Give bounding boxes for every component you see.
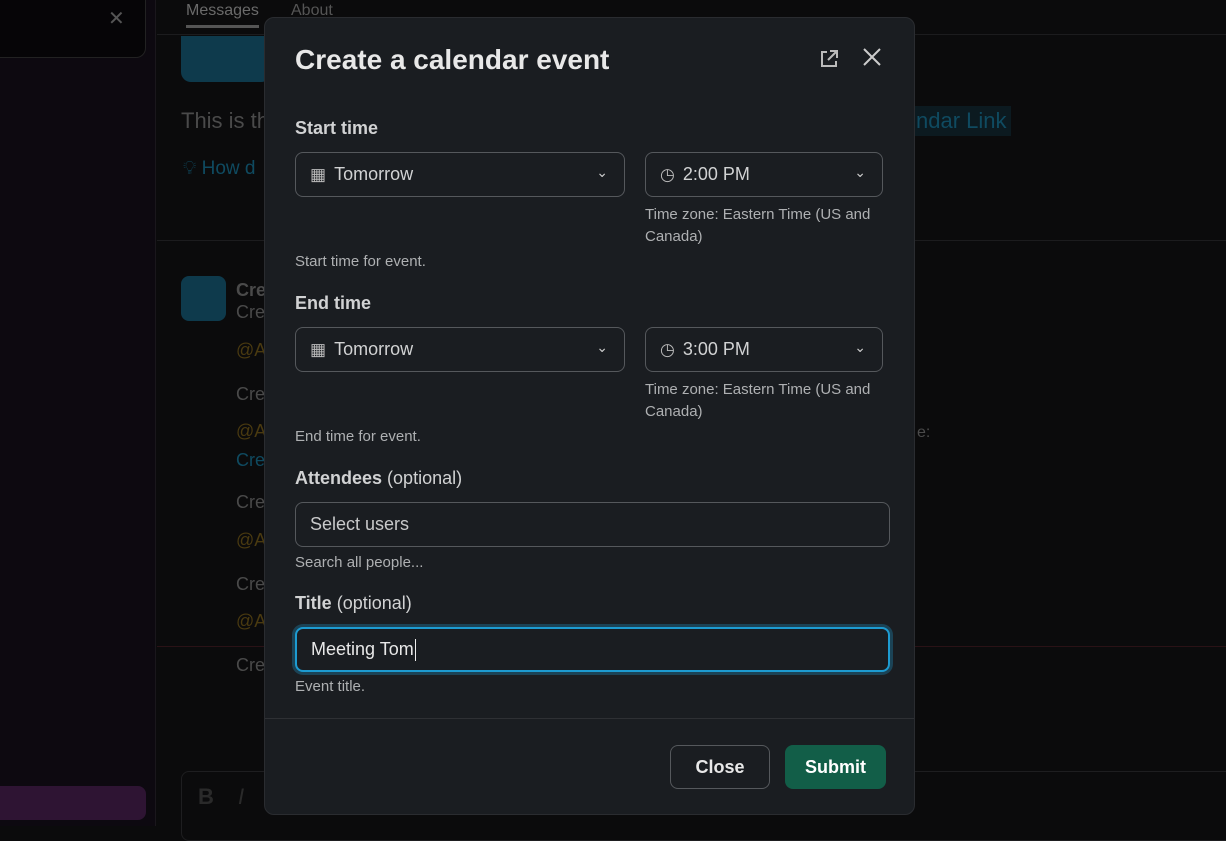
intro-text: This is th (181, 108, 270, 133)
optional-tag: (optional) (336, 593, 412, 613)
start-time-select[interactable]: ◷ 2:00 PM ⌄ (645, 152, 883, 197)
title-input[interactable]: Meeting Tom (295, 627, 890, 672)
bold-icon[interactable]: B (198, 784, 214, 810)
mention: @A (236, 340, 267, 360)
clock-icon: ◷ (660, 339, 675, 359)
bot-avatar (181, 276, 226, 321)
optional-tag: (optional) (387, 468, 463, 488)
end-time-label: End time (295, 293, 372, 313)
title-hint: Event title. (295, 678, 366, 695)
divider (265, 718, 914, 719)
sidebar-active-item[interactable] (0, 786, 146, 820)
create-event-dialog: Create a calendar event Start time ▦ Tom… (264, 17, 915, 815)
open-in-new-window-icon[interactable] (818, 48, 840, 77)
message-text: Cre (236, 655, 266, 675)
calendar-icon: ▦ (310, 164, 327, 184)
title-label-text: Title (295, 593, 332, 613)
start-timezone: Time zone: Eastern Time (US and Canada) (645, 206, 871, 245)
start-date-select[interactable]: ▦ Tomorrow ⌄ (295, 152, 625, 197)
message-text: Cre (236, 492, 266, 512)
close-icon[interactable]: ✕ (108, 6, 125, 31)
chevron-down-icon: ⌄ (854, 339, 866, 355)
app-icon (181, 36, 271, 82)
end-time-value: 3:00 PM (682, 339, 750, 359)
message-link[interactable]: Cre (236, 450, 265, 471)
clock-icon: ◷ (660, 164, 675, 184)
dialog-title: Create a calendar event (295, 44, 610, 75)
close-button[interactable]: Close (670, 745, 770, 789)
start-date-value: Tomorrow (334, 164, 414, 184)
title-input-value: Meeting Tom (311, 639, 414, 659)
lightbulb-icon: 💡︎ (183, 158, 197, 179)
start-time-value: 2:00 PM (682, 164, 750, 184)
start-time-hint: Start time for event. (295, 253, 426, 270)
message-text: Cre (236, 384, 266, 404)
attendees-hint: Search all people... (295, 554, 424, 571)
sidebar: ✕ (0, 0, 156, 826)
mention: @A (236, 421, 267, 441)
end-timezone: Time zone: Eastern Time (US and Canada) (645, 381, 871, 420)
tab-messages[interactable]: Messages (186, 2, 259, 28)
message-text: e: (917, 424, 931, 441)
message-text: Cre (236, 574, 266, 594)
end-time-select[interactable]: ◷ 3:00 PM ⌄ (645, 327, 883, 372)
attendees-placeholder: Select users (310, 514, 410, 534)
calendar-icon: ▦ (310, 339, 327, 359)
chevron-down-icon: ⌄ (596, 164, 608, 180)
mention: @A (236, 611, 267, 631)
start-time-label: Start time (295, 118, 379, 138)
title-label: Title (optional) (295, 593, 412, 614)
end-time-hint: End time for event. (295, 428, 421, 445)
message-text: Cre (236, 302, 266, 322)
help-link[interactable]: 💡︎ How d (183, 158, 255, 180)
calendar-link[interactable]: ndar Link (912, 106, 1011, 136)
submit-button[interactable]: Submit (785, 745, 886, 789)
message-author: Cre (236, 280, 267, 300)
text-cursor (414, 638, 416, 661)
end-date-select[interactable]: ▦ Tomorrow ⌄ (295, 327, 625, 372)
chevron-down-icon: ⌄ (854, 164, 866, 180)
attendees-label-text: Attendees (295, 468, 383, 488)
end-date-value: Tomorrow (334, 339, 414, 359)
italic-icon[interactable]: I (238, 784, 244, 810)
attendees-label: Attendees (optional) (295, 468, 462, 489)
attendees-select[interactable]: Select users (295, 502, 890, 547)
mention: @A (236, 530, 267, 550)
help-link-text: How d (201, 158, 256, 179)
close-icon[interactable] (861, 46, 883, 75)
chevron-down-icon: ⌄ (596, 339, 608, 355)
